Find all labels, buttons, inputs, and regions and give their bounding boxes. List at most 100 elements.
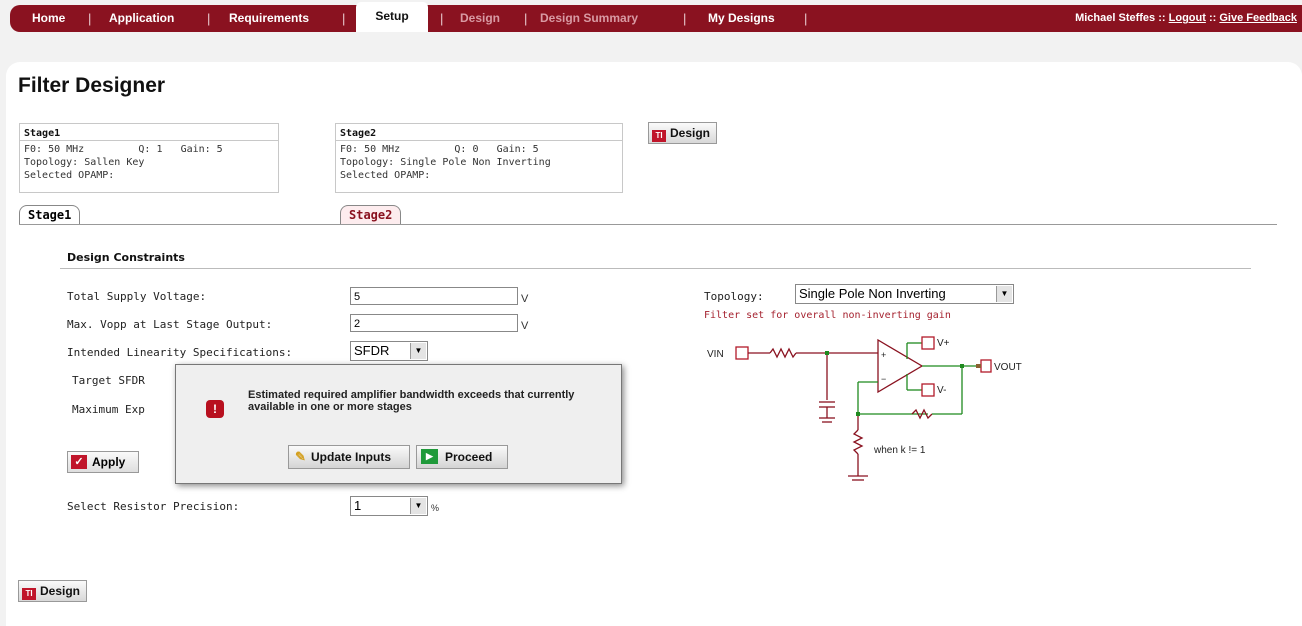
pencil-icon: ✎ [295,449,306,464]
proceed-label: Proceed [445,450,493,464]
topology-select[interactable]: Single Pole Non Inverting ▼ [795,284,1014,304]
topology-hint: Filter set for overall non-inverting gai… [704,310,951,321]
tab-divider [19,224,1277,225]
unit-label: V [521,320,529,332]
nav-separator: | [440,11,444,26]
vopp-label: Max. Vopp at Last Stage Output: [67,318,273,331]
nav-separator: | [804,11,808,26]
q-value: Q: 1 [138,144,163,155]
stage1-summary: Stage1 F0: 50 MHz Q: 1 Gain: 5 Topology:… [19,123,279,193]
max-exp-label: Maximum Exp [72,403,145,416]
vplus-label: V+ [937,338,950,349]
gain-note: when k != 1 [873,445,926,456]
junction-dot [960,364,964,368]
junction-dot [856,412,860,416]
nav-separator: | [88,11,92,26]
linearity-select[interactable]: SFDR ▼ [350,341,428,361]
resistor-icon [852,429,864,455]
page-title: Filter Designer [18,74,166,97]
stage-name: Stage1 [20,124,278,141]
separator: :: [1158,12,1166,24]
tab-stage1[interactable]: Stage1 [19,205,81,224]
supply-voltage-input[interactable]: 5 [350,287,518,305]
vopp-input[interactable]: 2 [350,314,518,332]
user-links: Michael Steffes :: Logout :: Give Feedba… [1075,5,1297,32]
vin-terminal [735,346,749,360]
junction-dot [825,351,829,355]
nav-separator: | [342,11,346,26]
gain-value: Gain: 5 [180,144,223,155]
stage2-summary: Stage2 F0: 50 MHz Q: 0 Gain: 5 Topology:… [335,123,623,193]
resistor-precision-label: Select Resistor Precision: [67,500,240,513]
vminus-label: V- [937,385,946,396]
chevron-down-icon: ▼ [410,343,426,359]
vout-label: VOUT [994,362,1022,373]
dialog-message: Estimated required amplifier bandwidth e… [248,389,575,413]
resistor-icon [769,347,797,359]
ti-logo-icon: TI [652,130,666,142]
stage-opamp: Selected OPAMP: [340,170,431,181]
vin-label: VIN [707,349,724,360]
plus-sign: + [881,350,886,360]
bandwidth-warning-dialog: ! Estimated required amplifier bandwidth… [175,364,622,484]
logout-link[interactable]: Logout [1169,12,1206,24]
top-nav: Home | Application | Requirements | | De… [10,5,1302,32]
stage-params: F0: 50 MHz Q: 0 Gain: 5 [336,143,622,156]
vplus-terminal [921,336,935,350]
play-icon: ▶ [421,449,438,464]
supply-voltage-label: Total Supply Voltage: [67,290,207,303]
resistor-precision-select[interactable]: 1 ▼ [350,496,428,516]
design-button-label: Design [670,126,711,140]
ti-logo-icon: TI [22,588,36,600]
chevron-down-icon: ▼ [996,286,1012,302]
design-button[interactable]: TI Design [648,122,718,144]
section-title: Design Constraints [67,251,185,264]
stage-params: F0: 50 MHz Q: 1 Gain: 5 [20,143,278,156]
stage-name: Stage2 [336,124,622,141]
nav-home[interactable]: Home [32,5,65,32]
feedback-link[interactable]: Give Feedback [1219,12,1297,24]
nav-application[interactable]: Application [109,5,174,32]
topology-label: Topology: [704,290,764,303]
nav-setup[interactable]: Setup [356,2,428,32]
topology-value: Single Pole Non Inverting [799,286,946,301]
f0-value: F0: 50 MHz [340,144,401,155]
design-button-bottom[interactable]: TI Design [18,580,88,602]
update-inputs-button[interactable]: ✎ Update Inputs [288,445,410,469]
nav-separator: | [207,11,211,26]
apply-label: Apply [92,455,126,469]
q-value: Q: 0 [454,144,479,155]
stage-opamp: Selected OPAMP: [24,170,115,181]
gain-value: Gain: 5 [496,144,539,155]
section-divider [60,268,1251,269]
nav-design[interactable]: Design [460,5,500,32]
warning-icon: ! [206,400,224,418]
nav-separator: | [524,11,528,26]
proceed-button[interactable]: ▶ Proceed [416,445,508,469]
f0-value: F0: 50 MHz [24,144,85,155]
stage-topology: Topology: Sallen Key [24,157,145,168]
nav-my-designs[interactable]: My Designs [708,5,775,32]
opamp-icon [877,338,924,394]
chevron-down-icon: ▼ [410,498,426,514]
apply-button[interactable]: ✓ Apply [67,451,139,473]
design-button-label: Design [40,584,81,598]
linearity-value: SFDR [354,343,390,358]
target-sfdr-label: Target SFDR [72,374,145,387]
unit-label: V [521,293,529,305]
update-label: Update Inputs [311,450,391,464]
tab-stage2[interactable]: Stage2 [340,205,402,224]
vminus-terminal [921,383,935,397]
nav-separator: | [683,11,687,26]
junction-dot [976,364,981,368]
separator: :: [1208,12,1217,24]
nav-requirements[interactable]: Requirements [229,5,309,32]
unit-label: % [431,503,440,513]
minus-sign: − [881,374,886,384]
schematic-diagram: VIN V+ V- VOUT when k != 1 + − [707,336,1022,481]
nav-design-summary[interactable]: Design Summary [540,5,638,32]
precision-value: 1 [354,498,362,513]
linearity-label: Intended Linearity Specifications: [67,346,293,359]
user-name: Michael Steffes [1075,12,1156,24]
vout-terminal [980,359,992,373]
